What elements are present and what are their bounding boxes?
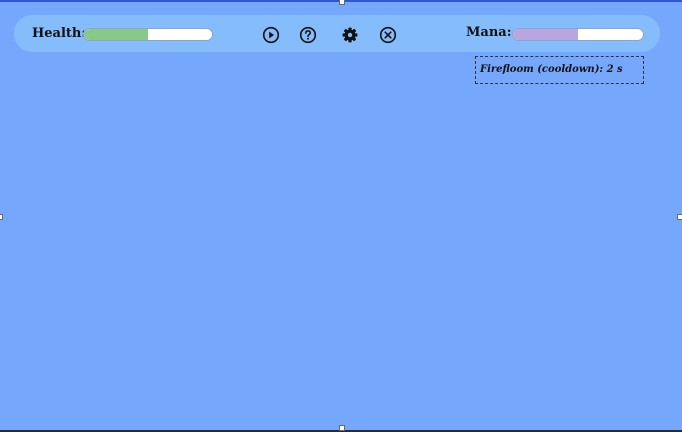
health-label: Health: <box>32 26 87 41</box>
mana-label: Mana: <box>466 25 512 40</box>
mana-bar-fill <box>513 29 578 40</box>
health-bar <box>83 28 213 41</box>
gear-icon <box>342 27 358 43</box>
close-circle-icon <box>379 26 397 44</box>
spell-cooldown-tooltip: Firefloom (cooldown): 2 s <box>475 56 644 84</box>
resize-handle-bottom[interactable] <box>339 425 345 431</box>
cooldown-text: Firefloom (cooldown): 2 s <box>480 64 623 75</box>
play-circle-icon <box>262 26 280 44</box>
resize-handle-top[interactable] <box>339 0 345 5</box>
mana-bar <box>512 28 644 41</box>
resize-handle-left[interactable] <box>0 214 3 220</box>
play-button[interactable] <box>262 26 280 44</box>
question-circle-icon <box>299 26 317 44</box>
settings-button[interactable] <box>341 26 359 44</box>
close-button[interactable] <box>379 26 397 44</box>
resize-handle-right[interactable] <box>677 214 682 220</box>
hud-bar: Health: Mana: <box>14 15 660 52</box>
game-canvas[interactable]: Health: Mana: Firefloom (cooldown): 2 s <box>0 0 682 432</box>
health-bar-fill <box>84 29 148 40</box>
help-button[interactable] <box>299 26 317 44</box>
